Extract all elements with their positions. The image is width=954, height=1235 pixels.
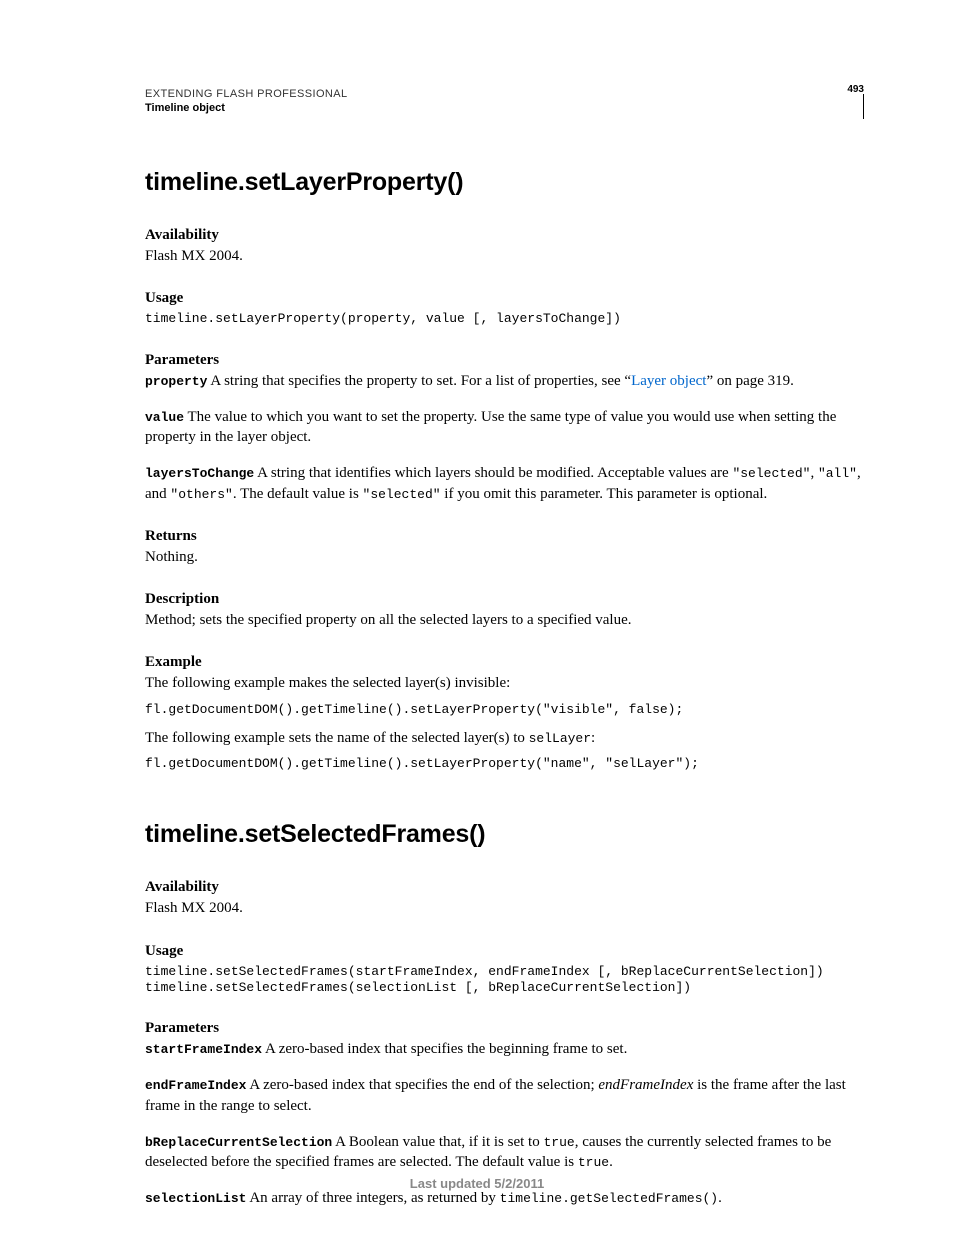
param-text: . The default value is bbox=[233, 486, 363, 502]
code-inline: true bbox=[543, 1135, 574, 1150]
page-header: EXTENDING FLASH PROFESSIONAL Timeline ob… bbox=[145, 88, 864, 114]
body-text: The following example makes the selected… bbox=[145, 673, 864, 693]
code-inline: "selected" bbox=[732, 466, 810, 481]
body-text: Flash MX 2004. bbox=[145, 898, 864, 918]
body-text-run: The following example sets the name of t… bbox=[145, 730, 529, 746]
running-head-title: EXTENDING FLASH PROFESSIONAL bbox=[145, 88, 864, 100]
body-text: Nothing. bbox=[145, 547, 864, 567]
body-text: Method; sets the specified property on a… bbox=[145, 610, 864, 630]
code-inline: true bbox=[578, 1155, 609, 1170]
code-block: fl.getDocumentDOM().getTimeline().setLay… bbox=[145, 702, 864, 718]
param-text: A Boolean value that, if it is set to bbox=[332, 1134, 543, 1150]
param-text: A string that identifies which layers sh… bbox=[254, 465, 732, 481]
param-text: . bbox=[718, 1190, 722, 1206]
code-block: timeline.setLayerProperty(property, valu… bbox=[145, 311, 864, 327]
param-text: An array of three integers, as returned … bbox=[246, 1190, 499, 1206]
code-inline: "others" bbox=[170, 487, 232, 502]
param-text: ” on page 319. bbox=[706, 373, 793, 389]
body-text: The following example sets the name of t… bbox=[145, 728, 864, 748]
page-footer: Last updated 5/2/2011 bbox=[0, 1176, 954, 1191]
parameter-description: value The value to which you want to set… bbox=[145, 407, 864, 448]
section-heading: timeline.setLayerProperty() bbox=[145, 168, 864, 197]
param-name: startFrameIndex bbox=[145, 1042, 262, 1057]
header-rule bbox=[863, 94, 864, 119]
param-emphasis: endFrameIndex bbox=[598, 1077, 693, 1093]
code-block: fl.getDocumentDOM().getTimeline().setLay… bbox=[145, 756, 864, 772]
code-block: timeline.setSelectedFrames(startFrameInd… bbox=[145, 964, 864, 997]
code-inline: "selected" bbox=[363, 487, 441, 502]
section-heading: timeline.setSelectedFrames() bbox=[145, 820, 864, 849]
parameter-description: property A string that specifies the pro… bbox=[145, 371, 864, 391]
subheading-availability: Availability bbox=[145, 879, 864, 896]
subheading-availability: Availability bbox=[145, 227, 864, 244]
parameter-description: endFrameIndex A zero-based index that sp… bbox=[145, 1075, 864, 1116]
subheading-description: Description bbox=[145, 591, 864, 608]
page-number: 493 bbox=[847, 84, 864, 95]
param-name: selectionList bbox=[145, 1191, 246, 1206]
param-name: layersToChange bbox=[145, 466, 254, 481]
page-number-group: 493 bbox=[847, 84, 864, 95]
param-name: property bbox=[145, 374, 207, 389]
subheading-usage: Usage bbox=[145, 943, 864, 960]
param-text: A zero-based index that specifies the be… bbox=[262, 1041, 627, 1057]
code-inline: selLayer bbox=[529, 731, 591, 746]
code-inline: timeline.getSelectedFrames() bbox=[500, 1191, 718, 1206]
param-text: The value to which you want to set the p… bbox=[145, 409, 836, 445]
body-text: Flash MX 2004. bbox=[145, 246, 864, 266]
subheading-example: Example bbox=[145, 654, 864, 671]
param-name: value bbox=[145, 410, 184, 425]
param-text: . bbox=[609, 1154, 613, 1170]
param-name: endFrameIndex bbox=[145, 1078, 246, 1093]
parameter-description: layersToChange A string that identifies … bbox=[145, 463, 864, 504]
param-text: A zero-based index that specifies the en… bbox=[246, 1077, 598, 1093]
section-spacer bbox=[145, 782, 864, 820]
param-text: A string that specifies the property to … bbox=[207, 373, 631, 389]
parameter-description: selectionList An array of three integers… bbox=[145, 1188, 864, 1208]
subheading-returns: Returns bbox=[145, 528, 864, 545]
parameter-description: startFrameIndex A zero-based index that … bbox=[145, 1039, 864, 1059]
subheading-parameters: Parameters bbox=[145, 1020, 864, 1037]
param-text: if you omit this parameter. This paramet… bbox=[441, 486, 768, 502]
cross-ref-link[interactable]: Layer object bbox=[631, 373, 706, 389]
page-container: EXTENDING FLASH PROFESSIONAL Timeline ob… bbox=[0, 0, 954, 1235]
param-name: bReplaceCurrentSelection bbox=[145, 1135, 332, 1150]
subheading-usage: Usage bbox=[145, 290, 864, 307]
parameter-description: bReplaceCurrentSelection A Boolean value… bbox=[145, 1132, 864, 1173]
param-text: , bbox=[810, 465, 818, 481]
code-inline: "all" bbox=[818, 466, 857, 481]
running-head-section: Timeline object bbox=[145, 102, 864, 114]
subheading-parameters: Parameters bbox=[145, 352, 864, 369]
body-text-run: : bbox=[591, 730, 595, 746]
